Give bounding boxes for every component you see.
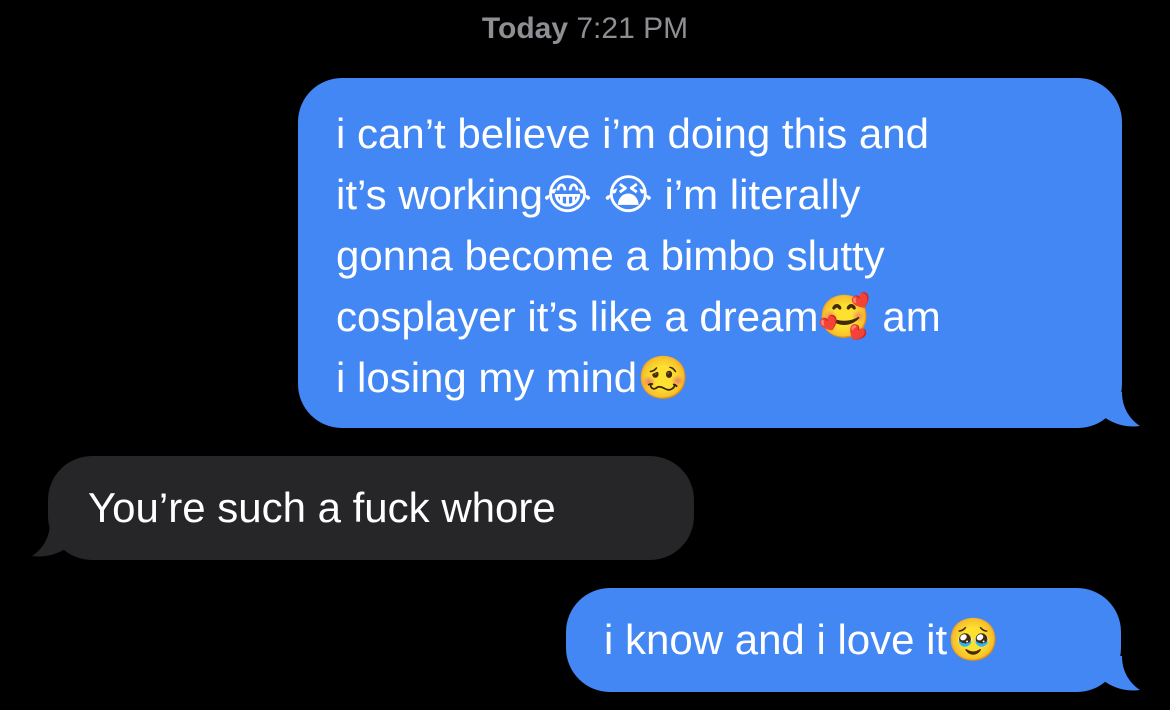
timestamp-time: 7:21 PM (576, 12, 689, 45)
message-text: You’re such a fuck whore (88, 484, 556, 531)
timestamp-day: Today (481, 12, 569, 45)
bubble-tail (1100, 392, 1140, 427)
bubble-tail (1100, 656, 1140, 691)
message-text: i can’t believe i’m doing this and it’s … (336, 110, 941, 401)
message-bubble-received[interactable]: You’re such a fuck whore (48, 456, 694, 560)
message-bubble-sent[interactable]: i know and i love it🥹 (566, 588, 1121, 692)
message-text: i know and i love it🥹 (604, 616, 1000, 663)
conversation-timestamp: Today 7:21 PM (0, 12, 1170, 46)
bubble-tail (32, 522, 72, 557)
message-bubble-sent[interactable]: i can’t believe i’m doing this and it’s … (298, 78, 1122, 428)
